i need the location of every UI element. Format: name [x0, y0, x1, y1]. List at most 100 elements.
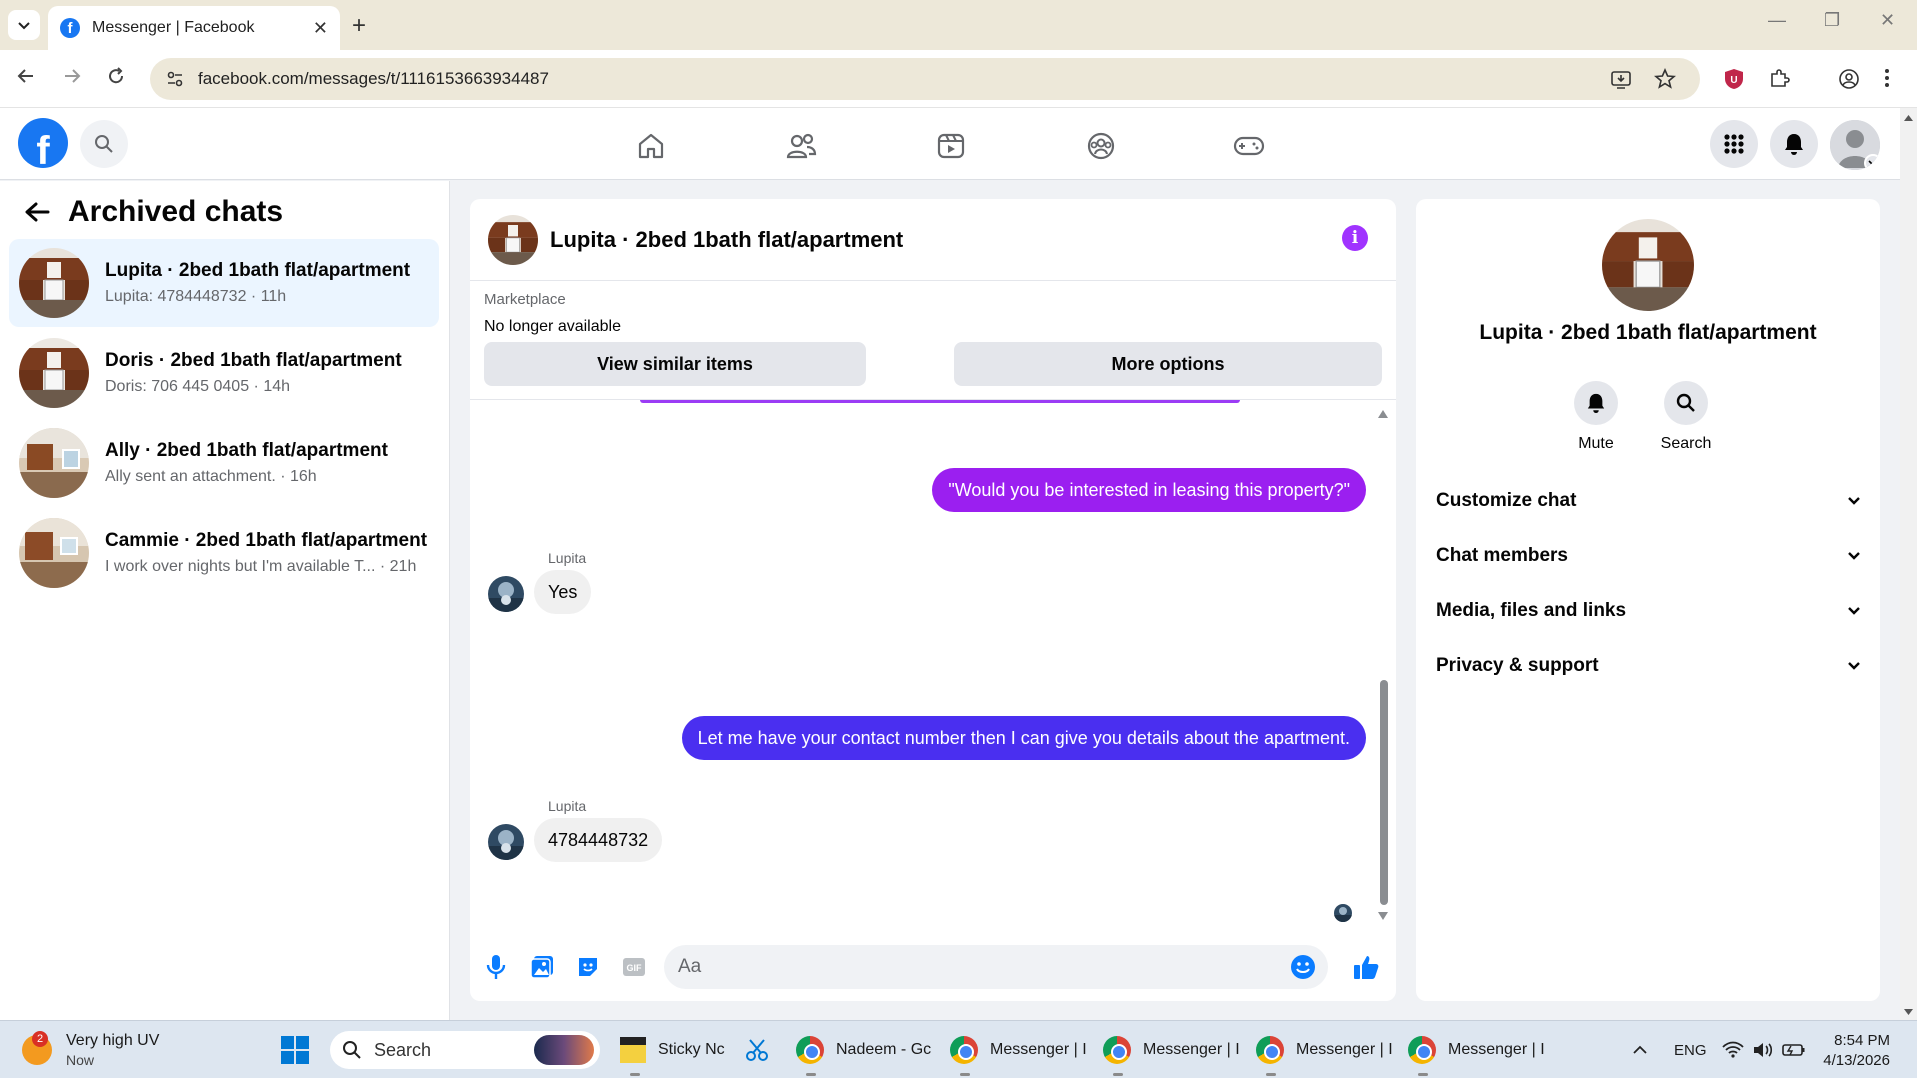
reload-button[interactable]	[106, 66, 126, 86]
scroll-up-icon[interactable]	[1378, 410, 1388, 418]
account-avatar[interactable]	[1830, 120, 1880, 170]
sticker-icon[interactable]	[574, 953, 602, 981]
gif-icon[interactable]: GIF	[620, 953, 648, 981]
facebook-logo[interactable]: f	[18, 118, 68, 168]
video-icon	[937, 133, 965, 159]
ublock-extension-icon[interactable]: U	[1724, 68, 1744, 90]
nav-gaming[interactable]	[1229, 126, 1269, 166]
windows-taskbar: 2 Very high UV Now Search Sticky Nc Nade…	[0, 1020, 1917, 1078]
privacy-support-section[interactable]: Privacy & support	[1436, 651, 1860, 681]
more-options-button[interactable]: More options	[954, 342, 1382, 386]
photo-icon[interactable]	[528, 953, 556, 981]
outgoing-message[interactable]: "Would you be interested in leasing this…	[932, 468, 1366, 512]
voice-clip-icon[interactable]	[482, 953, 510, 981]
sticky-notes-icon	[620, 1037, 646, 1063]
taskbar-search[interactable]: Search	[330, 1031, 600, 1069]
conversation-avatar[interactable]	[488, 214, 538, 265]
taskbar-app-chrome[interactable]: Messenger | I	[1103, 1021, 1240, 1078]
chat-list-item[interactable]: Lupita · 2bed 1bath flat/apartment Lupit…	[9, 239, 439, 327]
taskbar-app-snipping-tool[interactable]	[744, 1021, 770, 1078]
chat-name: Cammie · 2bed 1bath flat/apartment	[105, 530, 428, 551]
conversation-title[interactable]: Lupita · 2bed 1bath flat/apartment	[550, 227, 903, 253]
customize-chat-section[interactable]: Customize chat	[1436, 486, 1860, 516]
omnibox[interactable]: facebook.com/messages/t/1116153663934487	[150, 58, 1700, 100]
chat-members-section[interactable]: Chat members	[1436, 541, 1860, 571]
message-list[interactable]: "Would you be interested in leasing this…	[470, 399, 1396, 929]
tab-search-button[interactable]	[8, 10, 40, 40]
forward-button[interactable]	[62, 66, 82, 86]
outgoing-message[interactable]: Let me have your contact number then I c…	[681, 716, 1366, 760]
clock[interactable]: 8:54 PM 4/13/2026	[1820, 1021, 1890, 1078]
chat-list-item[interactable]: Cammie · 2bed 1bath flat/apartment I wor…	[9, 509, 439, 597]
message-input[interactable]: Aa	[664, 945, 1328, 989]
browser-menu-icon[interactable]	[1884, 68, 1890, 88]
chat-preview: Doris: 706 445 0405 · 14h	[105, 378, 291, 395]
nav-friends[interactable]	[781, 126, 821, 166]
minimize-button[interactable]: —	[1768, 10, 1786, 31]
clock-time: 8:54 PM	[1834, 1031, 1890, 1049]
incoming-message[interactable]: 4784448732	[534, 818, 663, 862]
notifications-button[interactable]	[1770, 120, 1818, 168]
extensions-puzzle-icon[interactable]	[1768, 68, 1790, 90]
sender-name: Lupita	[548, 798, 587, 814]
maximize-button[interactable]: ❐	[1824, 10, 1840, 31]
gamepad-icon	[1233, 136, 1265, 156]
media-files-links-section[interactable]: Media, files and links	[1436, 596, 1860, 626]
chat-list-item[interactable]: Ally · 2bed 1bath flat/apartment Ally se…	[9, 419, 439, 507]
profile-icon[interactable]	[1838, 68, 1860, 90]
taskbar-app-chrome[interactable]: Nadeem - Gc	[796, 1021, 931, 1078]
info-icon[interactable]: i	[1342, 225, 1368, 251]
back-button[interactable]	[16, 66, 36, 86]
sender-avatar[interactable]	[488, 576, 524, 612]
browser-tab[interactable]: f Messenger | Facebook ✕	[48, 6, 340, 50]
nav-watch[interactable]	[931, 126, 971, 166]
message-input-placeholder: Aa	[678, 956, 702, 977]
page-scrollbar[interactable]	[1900, 108, 1917, 1020]
reload-icon	[109, 67, 124, 84]
new-tab-button[interactable]: +	[352, 12, 366, 40]
mute-button[interactable]: Mute	[1556, 381, 1636, 453]
taskbar-app-chrome[interactable]: Messenger | I	[1256, 1021, 1393, 1078]
like-button[interactable]	[1352, 953, 1380, 981]
chat-list-item[interactable]: Doris · 2bed 1bath flat/apartment Doris:…	[9, 329, 439, 417]
site-settings-icon[interactable]	[166, 70, 184, 88]
chat-preview: Ally sent an attachment. · 16h	[105, 468, 317, 485]
tab-close-icon[interactable]: ✕	[313, 18, 328, 39]
marketplace-label: Marketplace	[484, 291, 566, 308]
view-similar-items-button[interactable]: View similar items	[484, 342, 866, 386]
sender-avatar[interactable]	[488, 824, 524, 860]
chat-preview: Lupita: 4784448732 · 11h	[105, 288, 287, 305]
taskbar-app-chrome[interactable]: Messenger | I	[950, 1021, 1087, 1078]
details-avatar[interactable]	[1602, 219, 1694, 311]
menu-button[interactable]	[1710, 120, 1758, 168]
back-arrow-icon[interactable]	[24, 201, 50, 223]
search-icon	[95, 135, 113, 153]
nav-home[interactable]	[631, 126, 671, 166]
start-button[interactable]	[280, 1021, 310, 1078]
show-hidden-icons-button[interactable]	[1632, 1021, 1648, 1078]
install-app-icon[interactable]	[1610, 68, 1632, 90]
search-in-conversation-button[interactable]: Search	[1646, 381, 1726, 453]
scroll-down-icon[interactable]	[1378, 912, 1388, 920]
facebook-search-button[interactable]	[80, 120, 128, 168]
emoji-icon[interactable]	[1290, 954, 1316, 980]
chrome-icon	[1256, 1036, 1284, 1064]
system-tray[interactable]	[1722, 1021, 1806, 1078]
taskbar-app-chrome[interactable]: Messenger | I	[1408, 1021, 1545, 1078]
language-indicator[interactable]: ENG	[1674, 1021, 1707, 1078]
chrome-icon	[1408, 1036, 1436, 1064]
sender-name: Lupita	[548, 550, 587, 566]
incoming-message[interactable]: Yes	[534, 570, 592, 614]
running-indicator	[960, 1073, 970, 1076]
account-chevron-icon	[1864, 154, 1880, 170]
weather-widget[interactable]: 2 Very high UV Now	[22, 1021, 159, 1078]
weather-badge: 2	[32, 1031, 48, 1047]
scroll-down-icon[interactable]	[1900, 1006, 1917, 1018]
nav-groups[interactable]	[1081, 126, 1121, 166]
bookmark-star-icon[interactable]	[1654, 68, 1676, 90]
scroll-up-icon[interactable]	[1900, 112, 1917, 124]
taskbar-app-sticky-notes[interactable]: Sticky Nc	[620, 1021, 725, 1078]
close-window-button[interactable]: ✕	[1880, 10, 1895, 31]
message-scroll-thumb[interactable]	[1380, 680, 1388, 905]
battery-icon	[1782, 1044, 1805, 1056]
